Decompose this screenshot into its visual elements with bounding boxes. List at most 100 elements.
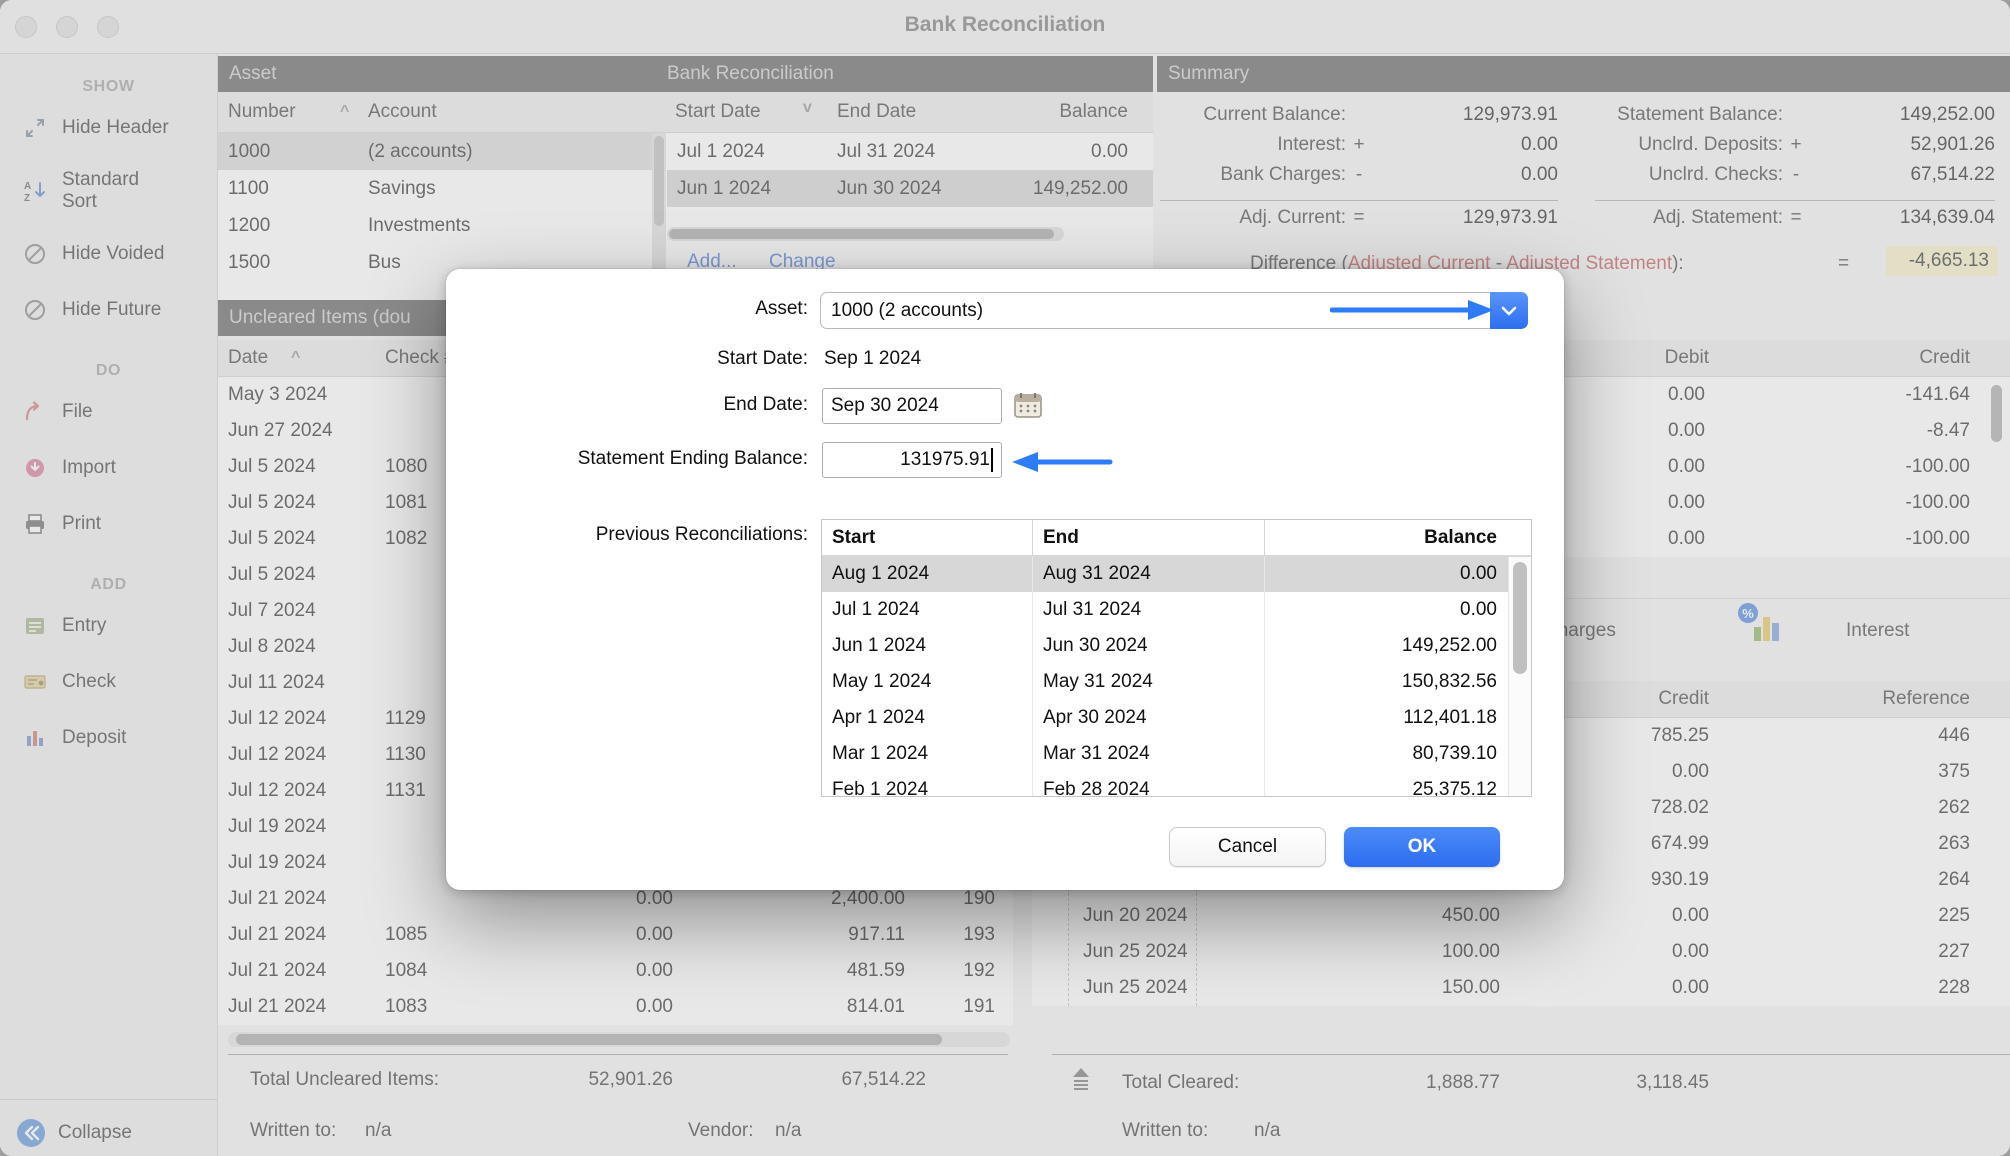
- recon-row[interactable]: Jun 1 2024 Jun 30 2024 149,252.00: [667, 170, 1153, 207]
- sidebar-item-standard-sort[interactable]: AZ Standard Sort: [0, 156, 217, 226]
- sidebar-item-hide-future[interactable]: Hide Future: [0, 282, 217, 338]
- table-row[interactable]: Jun 25 2024 100.00 0.00 227: [1032, 934, 2010, 970]
- sidebar-item-label: Entry: [62, 615, 106, 637]
- annotation-arrow-left: [1008, 447, 1114, 483]
- asset-panel-bar: Asset Bank Reconciliation: [218, 56, 1153, 92]
- start-date-value: Sep 1 2024: [824, 348, 921, 370]
- column-header-credit[interactable]: Credit: [1919, 347, 1970, 369]
- dialog-table-scrollbar-thumb[interactable]: [1513, 562, 1527, 674]
- column-header-account[interactable]: Account: [368, 101, 437, 123]
- sidebar-item-deposit[interactable]: Deposit: [0, 710, 217, 766]
- table-row[interactable]: Mar 1 2024 Mar 31 2024 80,739.10: [822, 736, 1531, 772]
- interest-chart-icon: %: [1736, 601, 1782, 653]
- sidebar-item-check[interactable]: Check: [0, 654, 217, 710]
- asset-scrollbar-thumb[interactable]: [654, 136, 664, 226]
- previous-reconciliations-header: Start End Balance: [822, 520, 1531, 556]
- table-row[interactable]: May 1 2024 May 31 2024 150,832.56: [822, 664, 1531, 700]
- expand-icon: [22, 115, 48, 141]
- recon-table: Jul 1 2024 Jul 31 2024 0.00 Jun 1 2024 J…: [667, 133, 1153, 207]
- statement-ending-balance-input[interactable]: 131975.91: [822, 442, 1002, 478]
- sidebar-item-label: Standard Sort: [62, 169, 156, 213]
- collapse-label: Collapse: [58, 1122, 132, 1144]
- uncleared-totals-divider: [228, 1054, 1008, 1055]
- column-header-debit[interactable]: Debit: [1665, 347, 1709, 369]
- sidebar-item-file[interactable]: File: [0, 384, 217, 440]
- asset-row[interactable]: 1000 (2 accounts): [218, 133, 652, 170]
- column-header-start[interactable]: Start: [822, 520, 1033, 555]
- sort-icon: AZ: [22, 178, 48, 204]
- reconciliation-dialog: Asset: 1000 (2 accounts) Start Date: Sep…: [446, 269, 1564, 890]
- column-header-check[interactable]: Check #: [385, 347, 455, 369]
- vendor-label: Vendor:: [688, 1120, 754, 1142]
- asset-row[interactable]: 1100 Savings: [218, 170, 652, 207]
- table-row[interactable]: Jul 21 2024 1085 0.00 917.11 193: [218, 917, 1013, 953]
- adj-statement-label: Adj. Statement:: [1595, 207, 1783, 237]
- sidebar-item-label: File: [62, 401, 93, 423]
- column-header-balance[interactable]: Balance: [1059, 101, 1128, 123]
- calendar-icon[interactable]: [1013, 391, 1043, 425]
- cleared-total-2: 3,118.45: [1636, 1072, 1709, 1094]
- asset-label: Asset:: [446, 298, 808, 320]
- column-header-date[interactable]: Date: [228, 347, 268, 369]
- table-row[interactable]: Jun 1 2024 Jun 30 2024 149,252.00: [822, 628, 1531, 664]
- chevron-down-icon: [1501, 306, 1517, 316]
- transfer-icon: [1068, 1066, 1094, 1100]
- written-to-label: Written to:: [1122, 1120, 1208, 1142]
- cleared-total-1: 1,888.77: [1426, 1072, 1500, 1094]
- table-row[interactable]: Jul 21 2024 1084 0.00 481.59 192: [218, 953, 1013, 989]
- sidebar-item-hide-header[interactable]: Hide Header: [0, 100, 217, 156]
- written-to-value: n/a: [365, 1120, 391, 1142]
- table-row[interactable]: Aug 1 2024 Aug 31 2024 0.00: [822, 556, 1531, 592]
- summary-adj-statement-row: Adj. Statement: = 134,639.04: [1595, 207, 1995, 237]
- table-row[interactable]: Jun 25 2024 150.00 0.00 228: [1032, 970, 2010, 1006]
- difference-equals: =: [1838, 253, 1849, 275]
- uncleared-panel-title: Uncleared Items (dou: [229, 307, 411, 329]
- summary-panel-title: Summary: [1168, 63, 1249, 85]
- table-row[interactable]: Jun 20 2024 450.00 0.00 225: [1032, 898, 2010, 934]
- import-icon: [22, 455, 48, 481]
- cleared-totals-row: Total Cleared: 1,888.77 3,118.45: [1032, 1072, 2010, 1100]
- adj-current-op: =: [1346, 207, 1372, 237]
- void-icon: [22, 297, 48, 323]
- table-row[interactable]: Jul 21 2024 1083 0.00 814.01 191: [218, 989, 1013, 1025]
- table-row[interactable]: Feb 1 2024 Feb 28 2024 25,375.12: [822, 772, 1531, 797]
- table-row[interactable]: Jul 1 2024 Jul 31 2024 0.00: [822, 592, 1531, 628]
- ok-button[interactable]: OK: [1344, 827, 1500, 867]
- asset-row[interactable]: 1200 Investments: [218, 207, 652, 244]
- previous-reconciliations-table: Start End Balance Aug 1 2024 Aug 31 2024…: [821, 519, 1532, 797]
- end-date-input[interactable]: Sep 30 2024: [822, 388, 1002, 424]
- column-header-end-date[interactable]: End Date: [837, 101, 916, 123]
- column-header-start-date[interactable]: Start Date: [675, 101, 761, 123]
- sidebar: SHOW Hide Header AZ Standard Sort Hide V…: [0, 54, 218, 1156]
- sidebar-item-import[interactable]: Import: [0, 440, 217, 496]
- uncleared-hscrollbar-thumb[interactable]: [236, 1034, 942, 1045]
- summary-left-divider: [1160, 200, 1558, 201]
- app-window: Bank Reconciliation SHOW Hide Header AZ …: [0, 0, 2010, 1156]
- sidebar-item-print[interactable]: Print: [0, 496, 217, 552]
- svg-text:Z: Z: [24, 193, 30, 203]
- uncleared-footer-row: Written to: n/a Vendor: n/a: [218, 1120, 1013, 1146]
- column-header-balance[interactable]: Balance: [1265, 520, 1507, 555]
- recon-panel-title: Bank Reconciliation: [667, 63, 834, 85]
- column-header-end[interactable]: End: [1033, 520, 1265, 555]
- deposit-icon: [22, 725, 48, 751]
- written-to-value: n/a: [1254, 1120, 1280, 1142]
- sidebar-item-entry[interactable]: Entry: [0, 598, 217, 654]
- uncleared-totals-row: Total Uncleared Items: 52,901.26 67,514.…: [218, 1069, 1013, 1095]
- collapse-button[interactable]: Collapse: [16, 1120, 132, 1146]
- table-row[interactable]: Apr 1 2024 Apr 30 2024 112,401.18: [822, 700, 1531, 736]
- dialog-table-scrollbar-track[interactable]: [1508, 557, 1531, 796]
- column-header-reference[interactable]: Reference: [1882, 688, 1970, 710]
- column-header-number[interactable]: Number: [228, 101, 296, 123]
- uncleared-totals-label: Total Uncleared Items:: [250, 1069, 439, 1091]
- cancel-button[interactable]: Cancel: [1169, 827, 1326, 867]
- recon-row[interactable]: Jul 1 2024 Jul 31 2024 0.00: [667, 133, 1153, 170]
- window-vscrollbar-thumb[interactable]: [1991, 385, 2002, 442]
- asset-recon-column-headers: Number ^ Account Start Date v End Date B…: [218, 92, 1153, 133]
- adj-statement-op: =: [1783, 207, 1809, 237]
- asset-table: 1000 (2 accounts) 1100 Savings 1200 Inve…: [218, 133, 652, 281]
- sidebar-item-hide-voided[interactable]: Hide Voided: [0, 226, 217, 282]
- recon-hscrollbar-thumb[interactable]: [669, 229, 1054, 239]
- column-header-credit[interactable]: Credit: [1658, 688, 1709, 710]
- interest-button[interactable]: Interest: [1846, 620, 1909, 642]
